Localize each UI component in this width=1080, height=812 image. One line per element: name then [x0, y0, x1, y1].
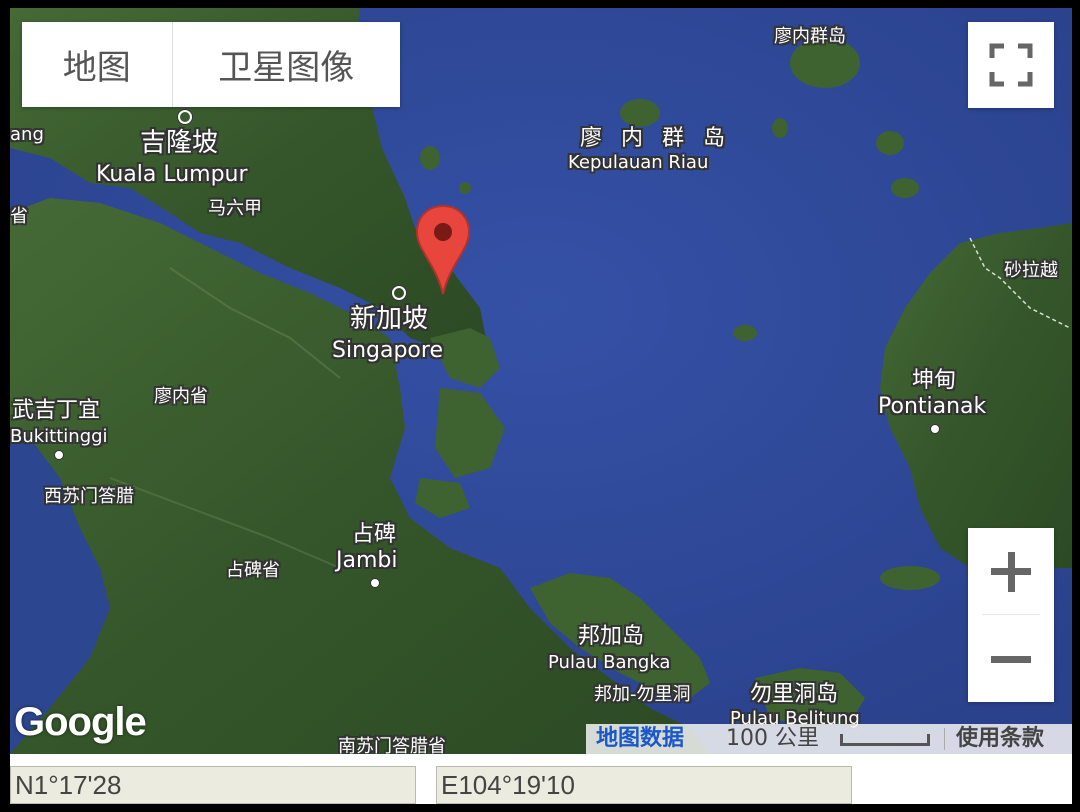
place-label-south-sumatra: 南苏门答腊省 [338, 736, 446, 755]
place-label-kuala-lumpur-cn: 吉隆坡 [140, 128, 219, 158]
place-label-kuala-lumpur: Kuala Lumpur [96, 162, 248, 187]
place-label-jambi-cn: 占碑 [352, 522, 397, 547]
place-label-bukittinggi-cn: 武吉丁宜 [12, 398, 101, 423]
scale-bar [840, 734, 930, 746]
place-label-sarawak: 砂拉越 [1004, 260, 1058, 281]
place-label-malacca: 马六甲 [208, 198, 262, 219]
coordinate-bar: N1°17'28 E104°19'10 [10, 754, 1072, 804]
zoom-in-button[interactable] [968, 528, 1054, 614]
place-label-edge-left-province: 省 [10, 206, 28, 227]
place-label-singapore-cn: 新加坡 [350, 304, 429, 334]
city-marker-jambi [370, 578, 380, 588]
map-tab[interactable]: 地图 [22, 22, 173, 107]
fullscreen-icon [989, 43, 1033, 87]
map-widget: 廖内群岛 廖 内 群 岛 Kepulauan Riau ang 吉隆坡 Kual… [10, 8, 1072, 804]
terms-link[interactable]: 使用条款 [956, 724, 1044, 754]
city-marker-pontianak [930, 424, 940, 434]
zoom-control [968, 528, 1054, 702]
place-label-kepulauan-riau: Kepulauan Riau [568, 152, 709, 173]
zoom-divider [982, 614, 1040, 615]
map-data-link[interactable]: 地图数据 [596, 724, 684, 754]
place-label-jambi-province: 占碑省 [226, 560, 280, 581]
city-marker-kuala-lumpur [178, 110, 192, 124]
map-canvas[interactable]: 廖内群岛 廖 内 群 岛 Kepulauan Riau ang 吉隆坡 Kual… [10, 8, 1072, 754]
place-label-liaonei-islands: 廖内群岛 [774, 26, 846, 47]
attribution-bar: 地图数据 100 公里 使用条款 [586, 724, 1072, 754]
satellite-tab[interactable]: 卫星图像 [173, 22, 400, 107]
place-label-bangka-belitung: 邦加-勿里洞 [594, 684, 691, 705]
place-label-west-sumatra: 西苏门答腊 [44, 486, 134, 507]
place-label-bangka: Pulau Bangka [548, 652, 671, 673]
longitude-field: E104°19'10 [436, 766, 852, 804]
city-marker-bukittinggi [54, 450, 64, 460]
place-label-belitung-cn: 勿里洞岛 [750, 682, 839, 707]
plus-icon-vertical [1008, 552, 1015, 592]
fullscreen-button[interactable] [968, 22, 1054, 108]
map-pin-icon[interactable] [414, 204, 472, 296]
scale-label[interactable]: 100 公里 [726, 724, 819, 754]
place-label-jambi: Jambi [336, 548, 398, 573]
place-label-riau-province: 廖内省 [154, 386, 208, 407]
city-marker-singapore [392, 286, 406, 300]
zoom-out-button[interactable] [968, 616, 1054, 702]
google-logo[interactable]: Google [14, 700, 147, 745]
place-label-pontianak: Pontianak [878, 394, 987, 419]
place-label-kepulauan-riau-cn: 廖 内 群 岛 [580, 126, 731, 151]
place-label-singapore: Singapore [332, 338, 443, 363]
attribution-divider [944, 728, 945, 750]
minus-icon [991, 656, 1031, 663]
latitude-field: N1°17'28 [10, 766, 416, 804]
place-label-edge-top-left: ang [10, 124, 44, 145]
map-type-control: 地图 卫星图像 [22, 22, 400, 107]
place-label-pontianak-cn: 坤甸 [912, 368, 957, 393]
place-label-bangka-cn: 邦加岛 [578, 624, 645, 649]
place-label-bukittinggi: Bukittinggi [10, 426, 108, 447]
